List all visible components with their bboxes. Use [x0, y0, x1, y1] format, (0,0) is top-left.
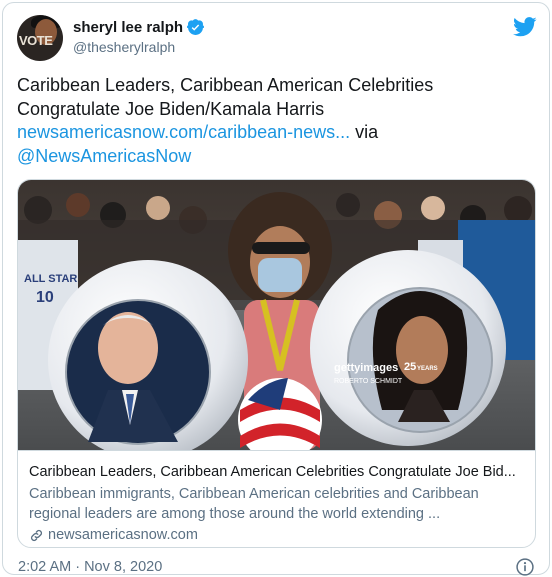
avatar-text: VOTE [19, 33, 53, 48]
tweet-text-line-1: Caribbean Leaders, Caribbean American Ce… [17, 75, 434, 95]
tweet-text-line-3: newsamericasnow.com/caribbean-news... vi… [17, 121, 537, 145]
tweet-mention[interactable]: @NewsAmericasNow [17, 146, 191, 166]
tweet-text-line-4: @NewsAmericasNow [17, 145, 537, 169]
verified-badge-icon [187, 19, 205, 35]
avatar[interactable]: VOTE [17, 15, 63, 61]
info-icon[interactable] [515, 557, 535, 577]
card-body[interactable]: Caribbean Leaders, Caribbean American Ce… [18, 450, 535, 547]
watermark-credit: ROBERTO SCHMIDT [334, 378, 403, 385]
shirt-number: 10 [36, 289, 54, 306]
card-image[interactable]: ALL STAR 10 gettyimages 25 YEARS ROBERTO… [18, 180, 536, 450]
card-domain-row[interactable]: newsamericasnow.com [29, 527, 525, 543]
tweet-text: Caribbean Leaders, Caribbean American Ce… [17, 74, 537, 168]
tweet-card[interactable]: VOTE sheryl lee ralph @thesherylralph Ca… [2, 2, 550, 577]
link-preview-card[interactable]: ALL STAR 10 gettyimages 25 YEARS ROBERTO… [17, 179, 536, 548]
card-description: Caribbean immigrants, Caribbean American… [29, 486, 479, 522]
watermark-anniversary: 25 [404, 361, 416, 373]
card-title[interactable]: Caribbean Leaders, Caribbean American Ce… [29, 463, 525, 482]
tweet-via-text: via [350, 122, 379, 142]
author-display-name[interactable]: sheryl lee ralph [73, 19, 183, 36]
author-handle[interactable]: @thesherylralph [73, 39, 175, 55]
shirt-text: ALL STAR [24, 273, 77, 285]
twitter-bird-icon[interactable] [513, 17, 537, 37]
link-icon [31, 529, 42, 541]
tweet-text-line-2: Congratulate Joe Biden/Kamala Harris [17, 98, 325, 119]
card-domain[interactable]: newsamericasnow.com [48, 527, 198, 543]
watermark-anniversary-label: YEARS [417, 366, 438, 372]
author-name-row[interactable]: sheryl lee ralph [73, 19, 205, 36]
tweet-link[interactable]: newsamericasnow.com/caribbean-news... [17, 122, 350, 142]
watermark-brand: gettyimages [334, 362, 398, 374]
tweet-timestamp[interactable]: 2:02 AM · Nov 8, 2020 [18, 559, 162, 575]
